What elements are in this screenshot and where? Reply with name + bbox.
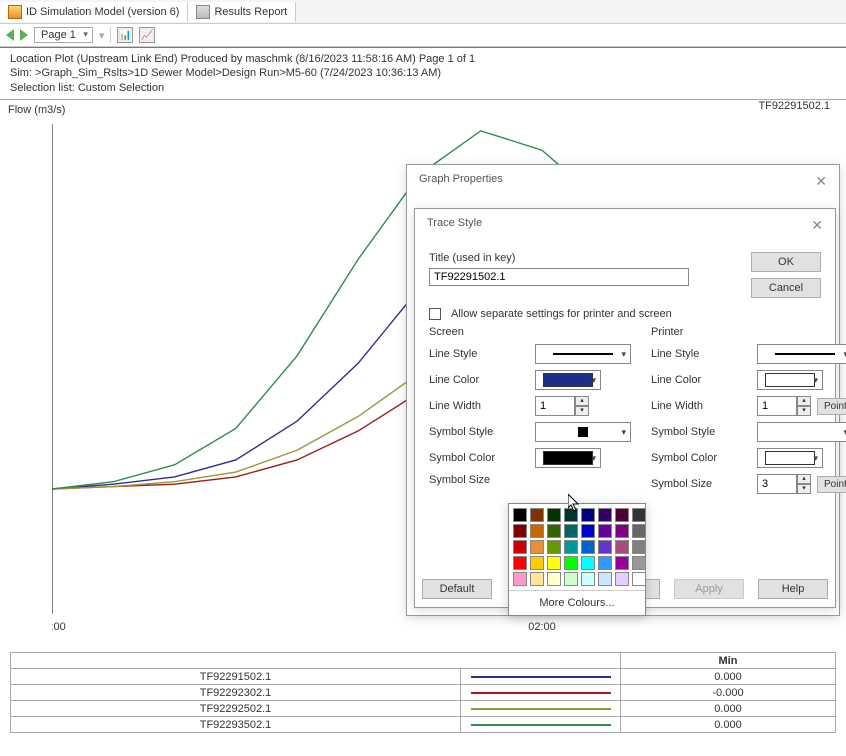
color-swatch[interactable] [632, 572, 646, 586]
title-input[interactable] [429, 268, 689, 286]
color-swatch[interactable] [615, 524, 629, 538]
dialog-title: Trace Style [427, 217, 482, 234]
report-header: Location Plot (Upstream Link End) Produc… [0, 48, 846, 100]
allow-separate-label: Allow separate settings for printer and … [451, 308, 672, 320]
color-swatch[interactable] [598, 508, 612, 522]
header-line2: Sim: >Graph_Sim_Rslts>1D Sewer Model>Des… [10, 66, 836, 80]
color-swatch[interactable] [530, 524, 544, 538]
header-line1: Location Plot (Upstream Link End) Produc… [10, 52, 836, 66]
color-swatch[interactable] [615, 508, 629, 522]
prev-page-icon[interactable] [6, 29, 14, 41]
color-swatch[interactable] [564, 524, 578, 538]
color-swatch[interactable] [564, 540, 578, 554]
color-swatch[interactable] [632, 524, 646, 538]
legend-table: Min TF92291502.10.000TF92292302.1-0.000T… [10, 652, 836, 733]
svg-text:02:00: 02:00 [528, 621, 556, 633]
color-swatch[interactable] [598, 556, 612, 570]
printer-symbol-size-input[interactable] [757, 474, 797, 494]
title-field-label: Title (used in key) [429, 252, 731, 264]
header-line3: Selection list: Custom Selection [10, 81, 836, 95]
tab-label: ID Simulation Model (version 6) [26, 6, 179, 18]
close-icon[interactable]: ✕ [815, 173, 827, 190]
help-button[interactable]: Help [758, 579, 828, 599]
symbol-color-select[interactable] [535, 448, 601, 468]
color-swatch[interactable] [530, 556, 544, 570]
printer-ss-units[interactable]: Points [817, 476, 846, 493]
color-swatch[interactable] [564, 572, 578, 586]
color-swatch[interactable] [615, 572, 629, 586]
printer-line-color-select[interactable] [757, 370, 823, 390]
tab-model[interactable]: ID Simulation Model (version 6) [0, 2, 188, 22]
color-swatch[interactable] [598, 540, 612, 554]
line-width-input[interactable] [535, 396, 575, 416]
close-icon[interactable]: ✕ [811, 217, 823, 234]
color-swatch[interactable] [547, 540, 561, 554]
color-swatch[interactable] [615, 556, 629, 570]
color-picker-popup: More Colours... [508, 503, 646, 616]
color-swatch[interactable] [547, 556, 561, 570]
color-swatch[interactable] [530, 540, 544, 554]
more-colours-button[interactable]: More Colours... [509, 590, 645, 615]
defaults-button[interactable]: Default [422, 579, 492, 599]
color-swatch[interactable] [530, 572, 544, 586]
color-swatch[interactable] [598, 524, 612, 538]
cancel-button[interactable]: Cancel [751, 278, 821, 298]
printer-settings: Printer Line Style Line Color Line Width… [651, 326, 846, 500]
color-swatch[interactable] [632, 556, 646, 570]
line-color-select[interactable] [535, 370, 601, 390]
model-icon [8, 5, 22, 19]
printer-line-style-select[interactable] [757, 344, 846, 364]
trace-label-top: TF92291502.1 [758, 100, 830, 112]
next-page-icon[interactable] [20, 29, 28, 41]
color-swatch[interactable] [547, 508, 561, 522]
color-swatch[interactable] [581, 508, 595, 522]
color-swatch[interactable] [632, 540, 646, 554]
color-swatch[interactable] [632, 508, 646, 522]
apply-button[interactable]: Apply [674, 579, 744, 599]
color-swatch[interactable] [513, 572, 527, 586]
color-swatch[interactable] [581, 540, 595, 554]
printer-symbol-style-select[interactable] [757, 422, 846, 442]
color-swatch[interactable] [581, 572, 595, 586]
legend-col-min: Min [621, 653, 836, 669]
color-swatch[interactable] [564, 556, 578, 570]
table-row: TF92292302.1-0.000 [11, 685, 836, 701]
color-swatch[interactable] [513, 524, 527, 538]
color-swatch[interactable] [547, 524, 561, 538]
svg-text:00:00: 00:00 [52, 621, 66, 633]
table-row: TF92291502.10.000 [11, 669, 836, 685]
tab-results[interactable]: Results Report [188, 2, 296, 22]
table-row: TF92293502.10.000 [11, 717, 836, 733]
color-swatch[interactable] [547, 572, 561, 586]
chart-tool2-icon[interactable]: 📈 [139, 27, 155, 43]
dialog-title: Graph Properties [419, 173, 503, 190]
color-swatch[interactable] [530, 508, 544, 522]
color-swatch[interactable] [581, 556, 595, 570]
color-swatch[interactable] [581, 524, 595, 538]
color-swatch[interactable] [513, 508, 527, 522]
color-swatch[interactable] [513, 540, 527, 554]
page-select[interactable]: Page 1 [34, 27, 93, 43]
printer-lw-units[interactable]: Points [817, 398, 846, 415]
allow-separate-checkbox[interactable] [429, 308, 441, 320]
color-swatch[interactable] [615, 540, 629, 554]
table-row: TF92292502.10.000 [11, 701, 836, 717]
color-swatch[interactable] [564, 508, 578, 522]
toolbar: Page 1 ▾ 📊 📈 [0, 24, 846, 48]
color-swatch[interactable] [513, 556, 527, 570]
report-icon [196, 5, 210, 19]
printer-symbol-color-select[interactable] [757, 448, 823, 468]
printer-line-width-input[interactable] [757, 396, 797, 416]
tab-label: Results Report [214, 6, 287, 18]
color-swatch[interactable] [598, 572, 612, 586]
symbol-style-select[interactable] [535, 422, 631, 442]
screen-settings: Screen Line Style Line Color Line Width … [429, 326, 631, 500]
tab-bar: ID Simulation Model (version 6) Results … [0, 0, 846, 24]
ok-button[interactable]: OK [751, 252, 821, 272]
line-style-select[interactable] [535, 344, 631, 364]
chart-tool-icon[interactable]: 📊 [117, 27, 133, 43]
